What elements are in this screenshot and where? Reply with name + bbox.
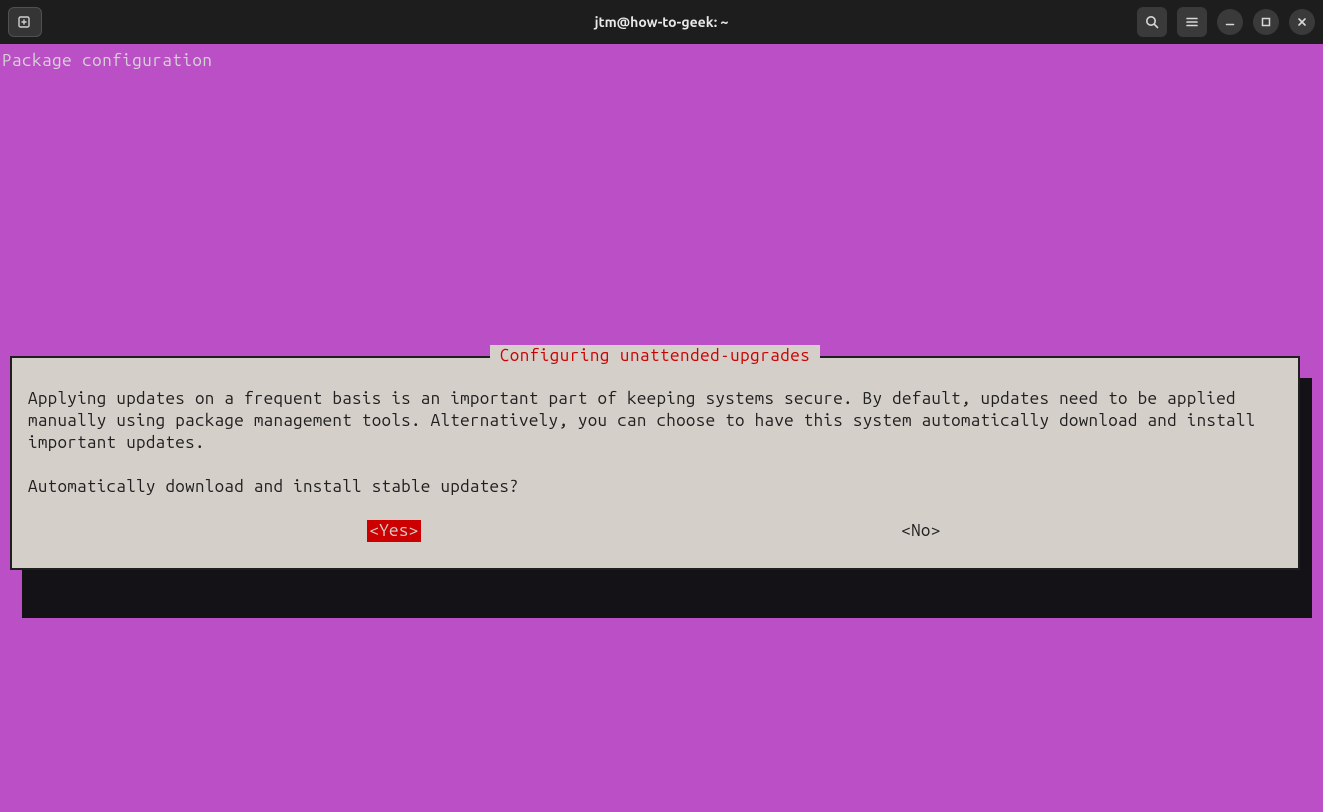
no-button[interactable]: <No> <box>899 520 942 542</box>
hamburger-menu-button[interactable] <box>1177 7 1207 37</box>
package-config-heading: Package configuration <box>0 44 1323 72</box>
close-icon <box>1295 15 1309 29</box>
search-icon <box>1144 14 1160 30</box>
dialog-title: Configuring unattended-upgrades <box>490 345 821 367</box>
dialog-paragraph: Applying updates on a frequent basis is … <box>28 388 1282 454</box>
maximize-icon <box>1259 15 1273 29</box>
dialog-box: Configuring unattended-upgrades Applying… <box>10 356 1300 570</box>
terminal-area[interactable]: Package configuration Configuring unatte… <box>0 44 1323 812</box>
dialog-body: Applying updates on a frequent basis is … <box>12 358 1298 568</box>
dialog-question: Automatically download and install stabl… <box>28 476 1282 498</box>
minimize-icon <box>1223 15 1237 29</box>
new-tab-button[interactable] <box>8 7 42 37</box>
titlebar-left <box>8 7 42 37</box>
yes-button[interactable]: <Yes> <box>367 520 420 542</box>
close-button[interactable] <box>1289 9 1315 35</box>
window-titlebar: jtm@how-to-geek: ~ <box>0 0 1323 44</box>
new-tab-icon <box>17 14 33 30</box>
hamburger-icon <box>1184 14 1200 30</box>
minimize-button[interactable] <box>1217 9 1243 35</box>
maximize-button[interactable] <box>1253 9 1279 35</box>
titlebar-right <box>1137 7 1315 37</box>
window-title: jtm@how-to-geek: ~ <box>595 14 729 30</box>
dialog-buttons: <Yes> <No> <box>28 520 1282 542</box>
search-button[interactable] <box>1137 7 1167 37</box>
